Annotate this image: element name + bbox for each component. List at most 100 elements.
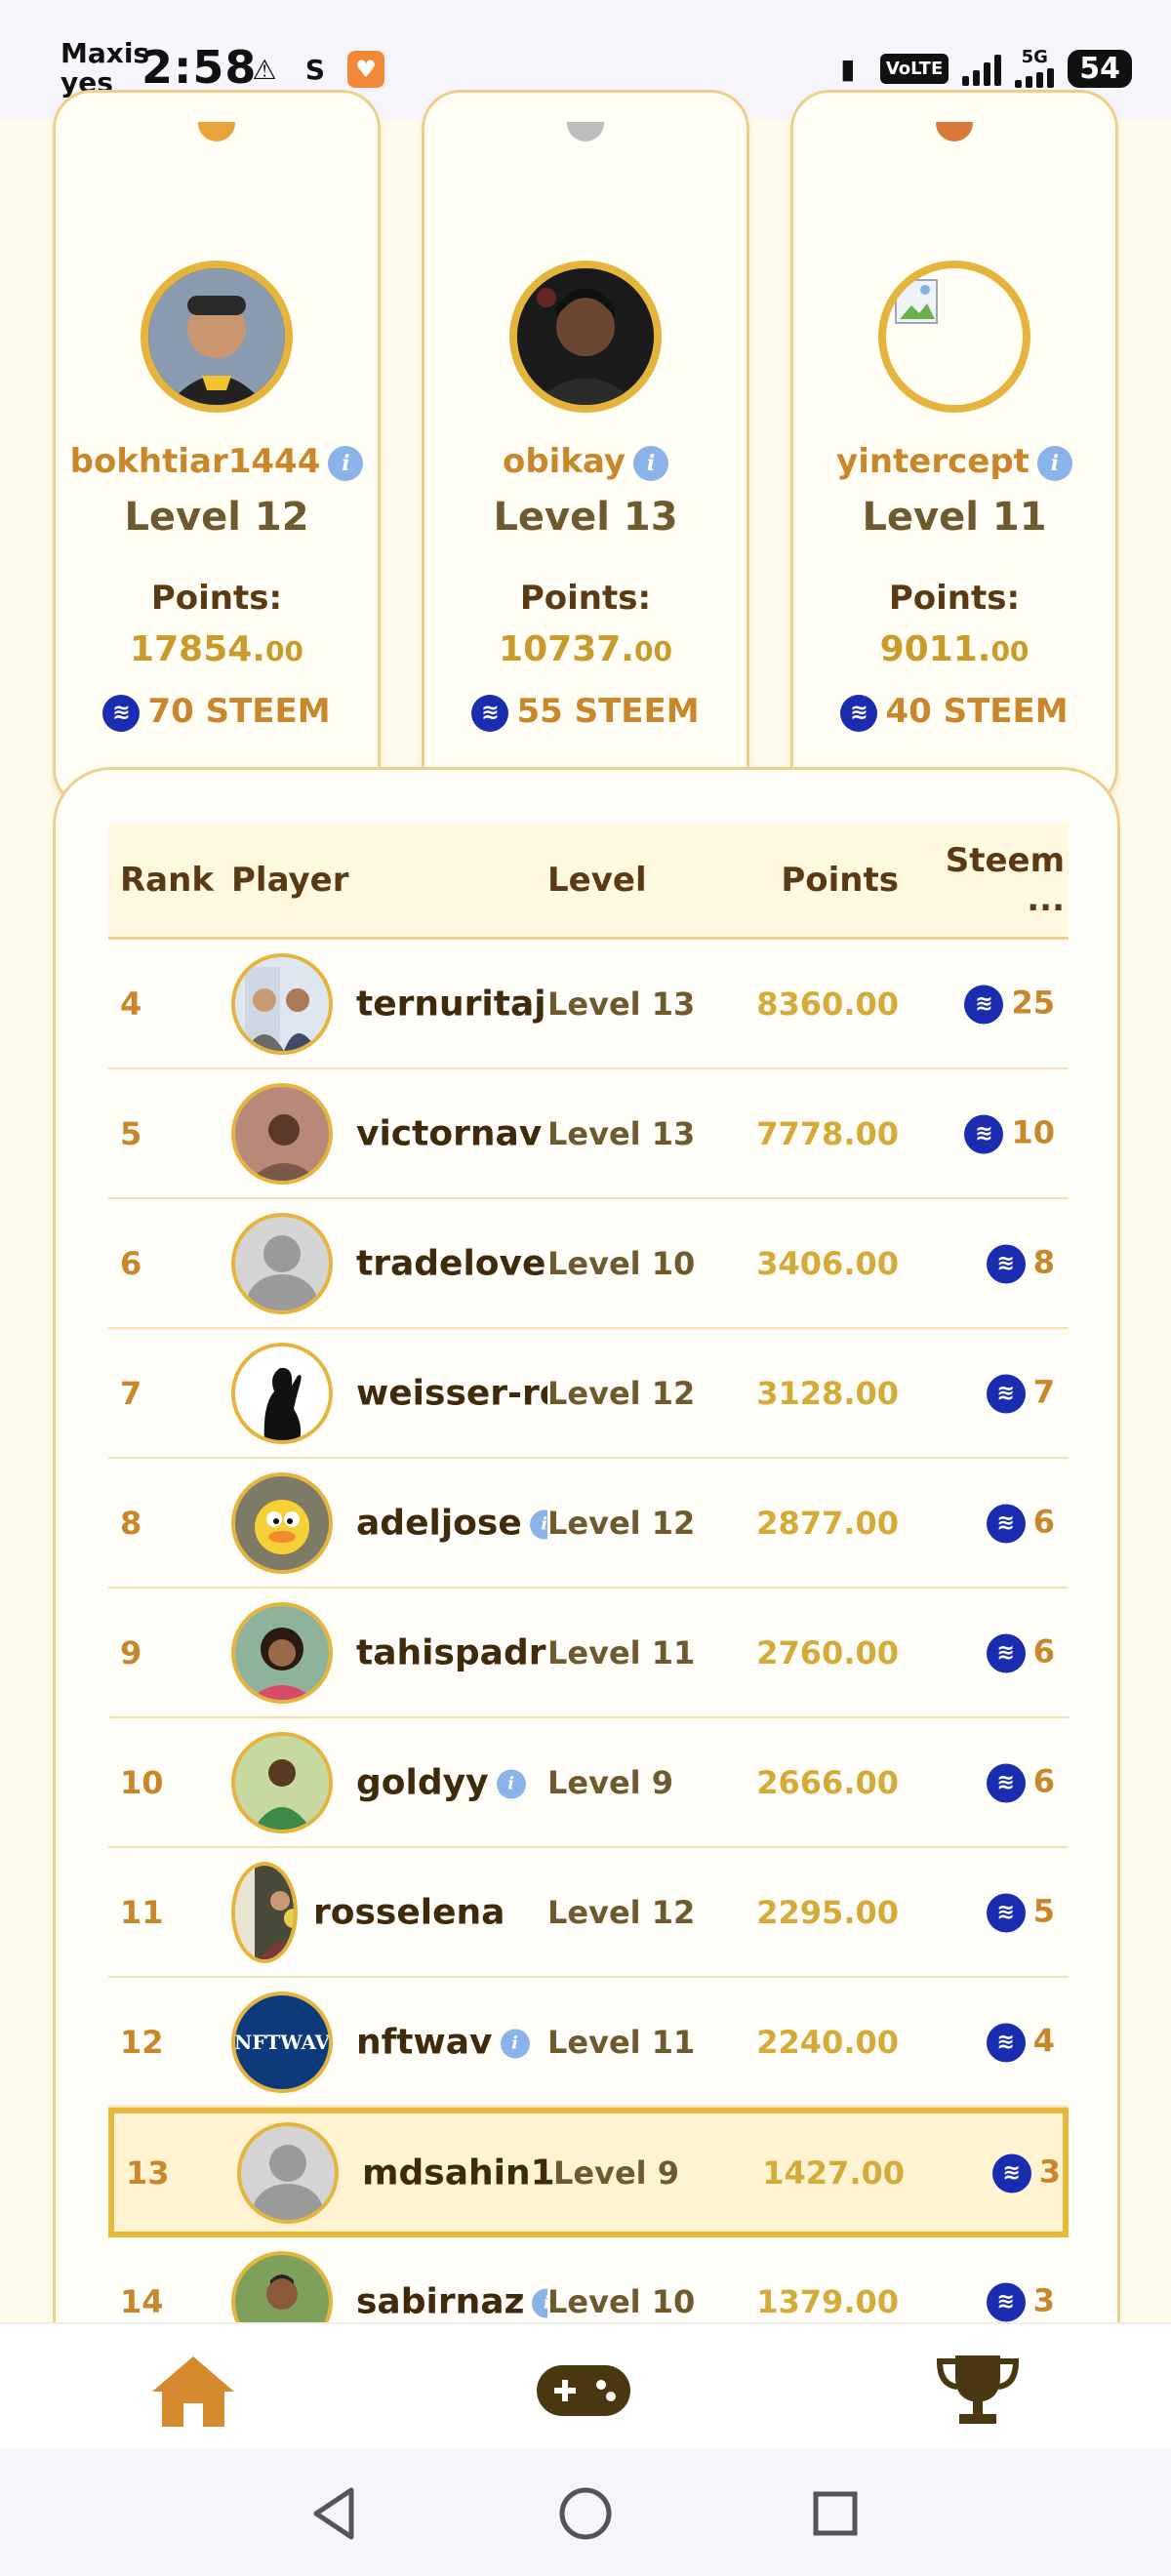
- podium-player-name[interactable]: yintercept i: [793, 442, 1115, 481]
- player-name[interactable]: nftwav i: [356, 2022, 547, 2062]
- player-name[interactable]: mdsahin11: [362, 2153, 553, 2193]
- avatar[interactable]: [231, 1861, 298, 1963]
- rank-value: 7: [120, 1374, 142, 1412]
- points-label: Points:: [519, 579, 652, 618]
- network-type: 5G: [1021, 47, 1048, 67]
- table-row[interactable]: 8 adeljose i Level 12 2877.00 ≋ 6: [108, 1459, 1069, 1589]
- rank-value: 5: [120, 1114, 142, 1152]
- table-row[interactable]: 10 goldyy i Level 9 2666.00 ≋ 6: [108, 1718, 1069, 1848]
- podium-player-name[interactable]: obikay i: [424, 442, 747, 481]
- steem-reward: ≋ 25: [909, 984, 1055, 1024]
- steem-icon: ≋: [986, 1893, 1026, 1932]
- carrier-label: Maxis yes: [61, 37, 150, 99]
- avatar[interactable]: [237, 2121, 339, 2224]
- level-value: Level 10: [547, 2282, 702, 2320]
- volte-badge: VoLTE: [879, 53, 949, 84]
- podium-card-3[interactable]: yintercept i Level 11 Points: 9011.00 ≋ 40…: [790, 90, 1118, 808]
- clock: 2:58: [141, 41, 258, 94]
- shopping-bag-icon: S: [304, 53, 326, 86]
- table-row[interactable]: 5 victornav Level 13 7778.00 ≋ 10: [108, 1069, 1069, 1199]
- table-row[interactable]: 7 weisser-roseLevel 12 3128.00 ≋7: [108, 1329, 1069, 1459]
- home-icon[interactable]: [144, 2352, 242, 2430]
- recents-icon[interactable]: [806, 2484, 865, 2543]
- info-icon[interactable]: i: [496, 1769, 526, 1798]
- level-value: Level 13: [547, 1114, 702, 1152]
- player-name[interactable]: rosselenai: [313, 1892, 505, 1932]
- table-row-current-user[interactable]: 13 mdsahin11Level 9 1427.00≋3: [108, 2108, 1069, 2237]
- table-row[interactable]: 11 rosselenai Level 12 2295.00 ≋5: [108, 1848, 1069, 1978]
- level-value: Level 11: [547, 1633, 702, 1671]
- header-points[interactable]: Points: [752, 861, 899, 900]
- vibrate-icon: ▮: [840, 52, 856, 85]
- podium-card-2[interactable]: obikay i Level 13 Points: 10737.00 ≋ 55 ST…: [422, 90, 749, 808]
- avatar[interactable]: [231, 952, 333, 1055]
- podium-steem-reward: ≋ 70 STEEM: [56, 692, 378, 732]
- player-name[interactable]: ternuritaj: [356, 984, 547, 1024]
- avatar[interactable]: NFTWAV: [231, 1991, 333, 2093]
- level-value: Level 12: [547, 1893, 702, 1931]
- header-level[interactable]: Level: [547, 861, 647, 900]
- steem-icon: ≋: [986, 2023, 1026, 2062]
- warning-icon: ⚠: [252, 53, 277, 86]
- rank-value: 9: [120, 1633, 142, 1671]
- steem-icon: ≋: [986, 1504, 1026, 1543]
- steem-reward: ≋ 4: [909, 2022, 1055, 2062]
- rank-value: 13: [126, 2153, 170, 2192]
- avatar[interactable]: [231, 1342, 333, 1444]
- steem-reward: ≋ 3: [914, 2153, 1061, 2193]
- points-value: 2240.00: [756, 2023, 899, 2061]
- avatar[interactable]: [231, 1731, 333, 1833]
- header-rank[interactable]: Rank: [120, 861, 214, 900]
- steem-reward: ≋ 7: [909, 1373, 1055, 1413]
- back-icon[interactable]: [306, 2484, 365, 2543]
- points-value: 3128.00: [756, 1374, 899, 1412]
- steem-icon: ≋: [986, 2282, 1026, 2321]
- info-icon[interactable]: i: [529, 1509, 547, 1539]
- player-name[interactable]: victornav: [356, 1113, 547, 1153]
- table-row[interactable]: 12 NFTWAV nftwav i Level 11 2240.00 ≋ 4: [108, 1978, 1069, 2108]
- signal-5g-icon: [1015, 66, 1055, 88]
- info-icon[interactable]: i: [633, 445, 669, 481]
- info-icon[interactable]: i: [532, 2288, 547, 2317]
- rank-value: 8: [120, 1504, 142, 1542]
- home-circle-icon[interactable]: [556, 2484, 615, 2543]
- info-icon[interactable]: i: [328, 445, 364, 481]
- table-row[interactable]: 9 tahispadreLevel 11 2760.00 ≋6: [108, 1589, 1069, 1718]
- avatar[interactable]: [231, 1471, 333, 1574]
- player-name[interactable]: weisser-rose: [356, 1373, 547, 1413]
- podium-player-name[interactable]: bokhtiar1444 i: [56, 442, 378, 481]
- player-name[interactable]: sabirnazi: [356, 2281, 547, 2321]
- header-player[interactable]: Player: [231, 861, 348, 900]
- steem-icon: ≋: [986, 1633, 1026, 1672]
- steem-icon: ≋: [102, 694, 141, 732]
- rank-value: 6: [120, 1244, 142, 1282]
- player-name[interactable]: goldyy i: [356, 1762, 547, 1802]
- info-icon[interactable]: i: [500, 2029, 530, 2058]
- points-value: 2295.00: [756, 1893, 899, 1931]
- steem-icon: ≋: [986, 1763, 1026, 1802]
- table-row[interactable]: 4 ternuritaj Level 13 8360.00 ≋ 25: [108, 940, 1069, 1069]
- player-name[interactable]: tradelove: [356, 1243, 547, 1283]
- podium-level: Level 13: [493, 495, 678, 540]
- level-value: Level 12: [547, 1374, 702, 1412]
- trophy-icon[interactable]: [929, 2352, 1027, 2430]
- steem-reward: ≋ 6: [909, 1762, 1055, 1802]
- table-row[interactable]: 6 tradelove Level 10 3406.00 ≋ 8: [108, 1199, 1069, 1329]
- header-steem[interactable]: Steem ...: [909, 841, 1065, 919]
- steem-reward: ≋ 6: [909, 1503, 1055, 1543]
- podium-card-1[interactable]: bokhtiar1444 i Level 12 Points: 17854.00 …: [53, 90, 381, 808]
- steem-reward: ≋ 3: [909, 2281, 1055, 2321]
- app-heart-icon: ♥: [347, 51, 384, 88]
- podium-points: 17854.00: [130, 629, 303, 669]
- podium-steem-reward: ≋ 55 STEEM: [424, 692, 747, 732]
- player-name[interactable]: adeljose i: [356, 1503, 547, 1543]
- avatar[interactable]: [231, 1082, 333, 1185]
- podium-steem-reward: ≋ 40 STEEM: [793, 692, 1115, 732]
- player-name[interactable]: tahispadre: [356, 1632, 547, 1672]
- avatar-broken-image: [878, 261, 1030, 413]
- system-nav-bar: [0, 2449, 1171, 2576]
- info-icon[interactable]: i: [1036, 445, 1072, 481]
- avatar[interactable]: [231, 1212, 333, 1314]
- gamepad-icon[interactable]: [535, 2352, 632, 2430]
- avatar[interactable]: [231, 1601, 333, 1704]
